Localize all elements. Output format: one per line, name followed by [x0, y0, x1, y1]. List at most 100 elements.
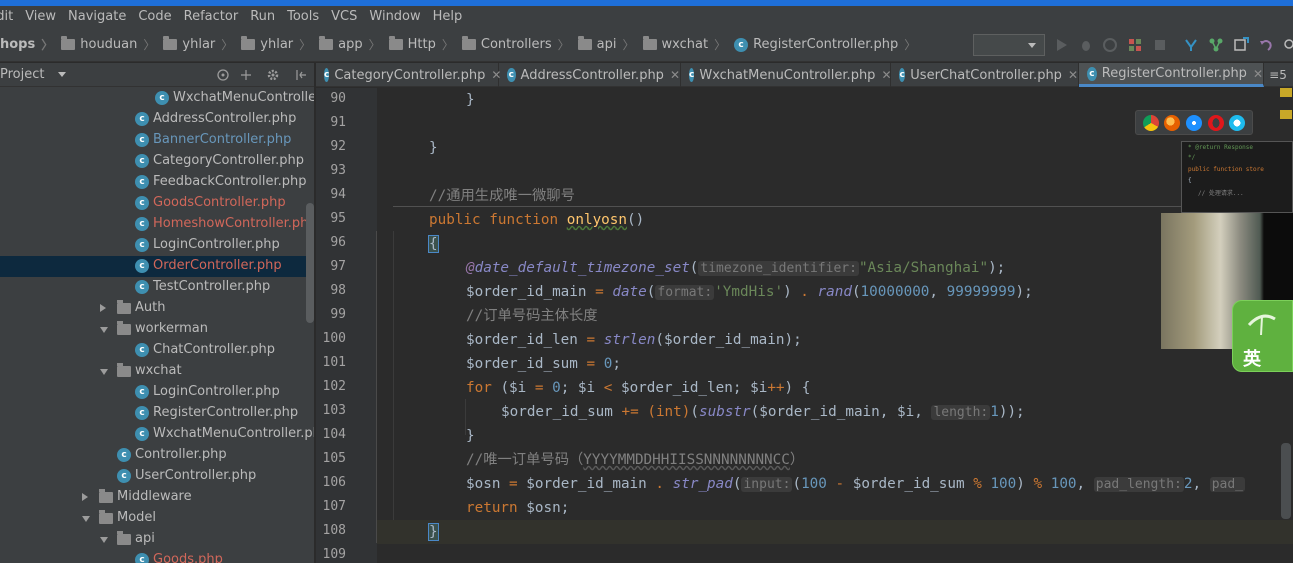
ie-icon[interactable]: [1229, 114, 1246, 131]
code-line-103: $order_id_sum += (int)(substr($order_id_…: [377, 400, 1293, 424]
close-icon[interactable]: ✕: [881, 68, 891, 82]
chevron-down-icon[interactable]: [58, 72, 67, 77]
chevron-down-icon[interactable]: [82, 516, 90, 522]
keyword: public: [429, 212, 481, 228]
editor-tab[interactable]: c CategoryController.php ✕: [316, 63, 501, 87]
tree-file-item[interactable]: c Goods.php: [0, 550, 314, 563]
debug-icon[interactable]: [1078, 37, 1094, 53]
tree-folder-item[interactable]: Auth: [0, 298, 314, 319]
tree-file-item[interactable]: c LoginController.php: [0, 235, 314, 256]
ime-mode-label: 英: [1243, 349, 1261, 370]
builtin-function: str_pad: [672, 476, 733, 492]
php-class-icon: c: [117, 469, 131, 483]
navigation-bar: hops 〉 houduan 〉 yhlar 〉 yhlar 〉 app 〉 Http 〉 …: [0, 28, 1293, 62]
tree-item-label: OrderController.php: [153, 258, 282, 273]
editor-scrollbar[interactable]: [1281, 443, 1291, 519]
vcs-commit-icon[interactable]: [1208, 37, 1224, 53]
hide-panel-icon[interactable]: [294, 68, 308, 82]
tree-scrollbar[interactable]: [306, 203, 314, 323]
chevron-right-icon[interactable]: [100, 304, 106, 312]
tree-file-item[interactable]: c RegisterController.php: [0, 403, 314, 424]
revert-icon[interactable]: [1258, 37, 1274, 53]
tree-file-item[interactable]: c Controller.php: [0, 445, 314, 466]
tree-file-item[interactable]: c BannerController.php: [0, 130, 314, 151]
tree-file-item[interactable]: c TestController.php: [0, 277, 314, 298]
tree-file-item[interactable]: c WxchatMenuController.p: [0, 88, 314, 109]
menu-item-code[interactable]: Code: [132, 6, 177, 28]
menu-item-vcs[interactable]: VCS: [325, 6, 363, 28]
vcs-update-icon[interactable]: [1183, 37, 1199, 53]
close-icon[interactable]: ✕: [1253, 67, 1263, 81]
menu-item-tools[interactable]: Tools: [281, 6, 325, 28]
chevron-down-icon[interactable]: [100, 327, 108, 333]
breadcrumb-item[interactable]: Http 〉: [381, 28, 454, 62]
run-configuration-select[interactable]: [973, 34, 1045, 56]
gear-icon[interactable]: [266, 68, 280, 82]
run-icon[interactable]: [1054, 37, 1070, 53]
close-icon[interactable]: ✕: [670, 68, 680, 82]
code-editor[interactable]: } } //通用生成唯一微聊号 public function onlyosn(…: [377, 88, 1293, 563]
tree-file-item[interactable]: c LoginController.php: [0, 382, 314, 403]
php-class-icon: c: [155, 91, 169, 105]
safari-icon[interactable]: [1185, 114, 1202, 131]
tab-label: RegisterController.php: [1101, 66, 1247, 81]
menu-item-view[interactable]: View: [19, 6, 62, 28]
tree-folder-item[interactable]: workerman: [0, 319, 314, 340]
menu-item-window[interactable]: Window: [363, 6, 426, 28]
tree-file-item[interactable]: c ChatController.php: [0, 340, 314, 361]
chevron-down-icon[interactable]: [100, 369, 108, 375]
line-number: 102: [322, 379, 346, 394]
tree-file-item[interactable]: c AddressController.php: [0, 109, 314, 130]
breadcrumb-item[interactable]: Controllers 〉: [454, 28, 570, 62]
editor-tab[interactable]: c UserChatController.php ✕: [891, 63, 1079, 87]
tree-file-item[interactable]: c UserController.php: [0, 466, 314, 487]
menu-item-help[interactable]: Help: [427, 6, 469, 28]
line-number: 109: [322, 547, 346, 562]
locate-file-icon[interactable]: [216, 68, 230, 82]
php-class-icon: c: [135, 259, 149, 273]
tab-overflow-button[interactable]: ≡5: [1263, 63, 1293, 87]
tree-folder-item[interactable]: Middleware: [0, 487, 314, 508]
firefox-icon[interactable]: [1164, 114, 1181, 131]
coverage-icon[interactable]: [1102, 37, 1118, 53]
project-panel-title[interactable]: Project: [0, 67, 44, 82]
tree-folder-item[interactable]: wxchat: [0, 361, 314, 382]
warning-stripe-marker[interactable]: [1280, 110, 1292, 119]
tree-file-item[interactable]: c HomeshowController.php: [0, 214, 314, 235]
search-everywhere-icon[interactable]: [1282, 37, 1293, 53]
chrome-icon[interactable]: [1142, 114, 1159, 131]
tree-file-item[interactable]: c WxchatMenuController.php: [0, 424, 314, 445]
breadcrumb-item[interactable]: hops 〉: [0, 28, 53, 62]
breadcrumb-item[interactable]: api 〉: [570, 28, 635, 62]
breadcrumb-item[interactable]: yhlar 〉: [233, 28, 311, 62]
profiler-icon[interactable]: [1127, 37, 1143, 53]
menu-item-refactor[interactable]: Refactor: [178, 6, 245, 28]
breadcrumb-item[interactable]: c RegisterController.php 〉: [726, 28, 916, 62]
tree-file-item[interactable]: c OrderController.php: [0, 256, 314, 277]
vcs-compare-icon[interactable]: [1233, 37, 1249, 53]
chevron-down-icon[interactable]: [100, 537, 108, 543]
menu-item-navigate[interactable]: Navigate: [62, 6, 132, 28]
folder-icon: [241, 36, 256, 50]
tree-folder-item[interactable]: api: [0, 529, 314, 550]
breadcrumb-item[interactable]: wxchat 〉: [635, 28, 726, 62]
breadcrumb-item[interactable]: yhlar 〉: [155, 28, 233, 62]
tree-file-item[interactable]: c FeedbackController.php: [0, 172, 314, 193]
menu-item-edit[interactable]: Edit: [0, 6, 19, 28]
opera-icon[interactable]: [1207, 114, 1224, 131]
ime-status-widget[interactable]: 英: [1232, 300, 1293, 372]
close-icon[interactable]: ✕: [1068, 68, 1078, 82]
tree-file-item[interactable]: c GoodsController.php: [0, 193, 314, 214]
stop-icon[interactable]: [1152, 37, 1168, 53]
editor-tab-active[interactable]: c RegisterController.php ✕: [1079, 63, 1264, 87]
tree-file-item[interactable]: c CategoryController.php: [0, 151, 314, 172]
tree-folder-item[interactable]: Model: [0, 508, 314, 529]
editor-tab[interactable]: c AddressController.php ✕: [499, 63, 681, 87]
editor-tab[interactable]: c WxchatMenuController.php ✕: [681, 63, 892, 87]
breadcrumb-item[interactable]: houduan 〉: [53, 28, 155, 62]
chevron-right-icon[interactable]: [82, 493, 88, 501]
breadcrumb-item[interactable]: app 〉: [311, 28, 381, 62]
collapse-all-icon[interactable]: [239, 68, 253, 82]
menu-item-run[interactable]: Run: [244, 6, 281, 28]
warning-stripe-marker[interactable]: [1280, 88, 1292, 97]
